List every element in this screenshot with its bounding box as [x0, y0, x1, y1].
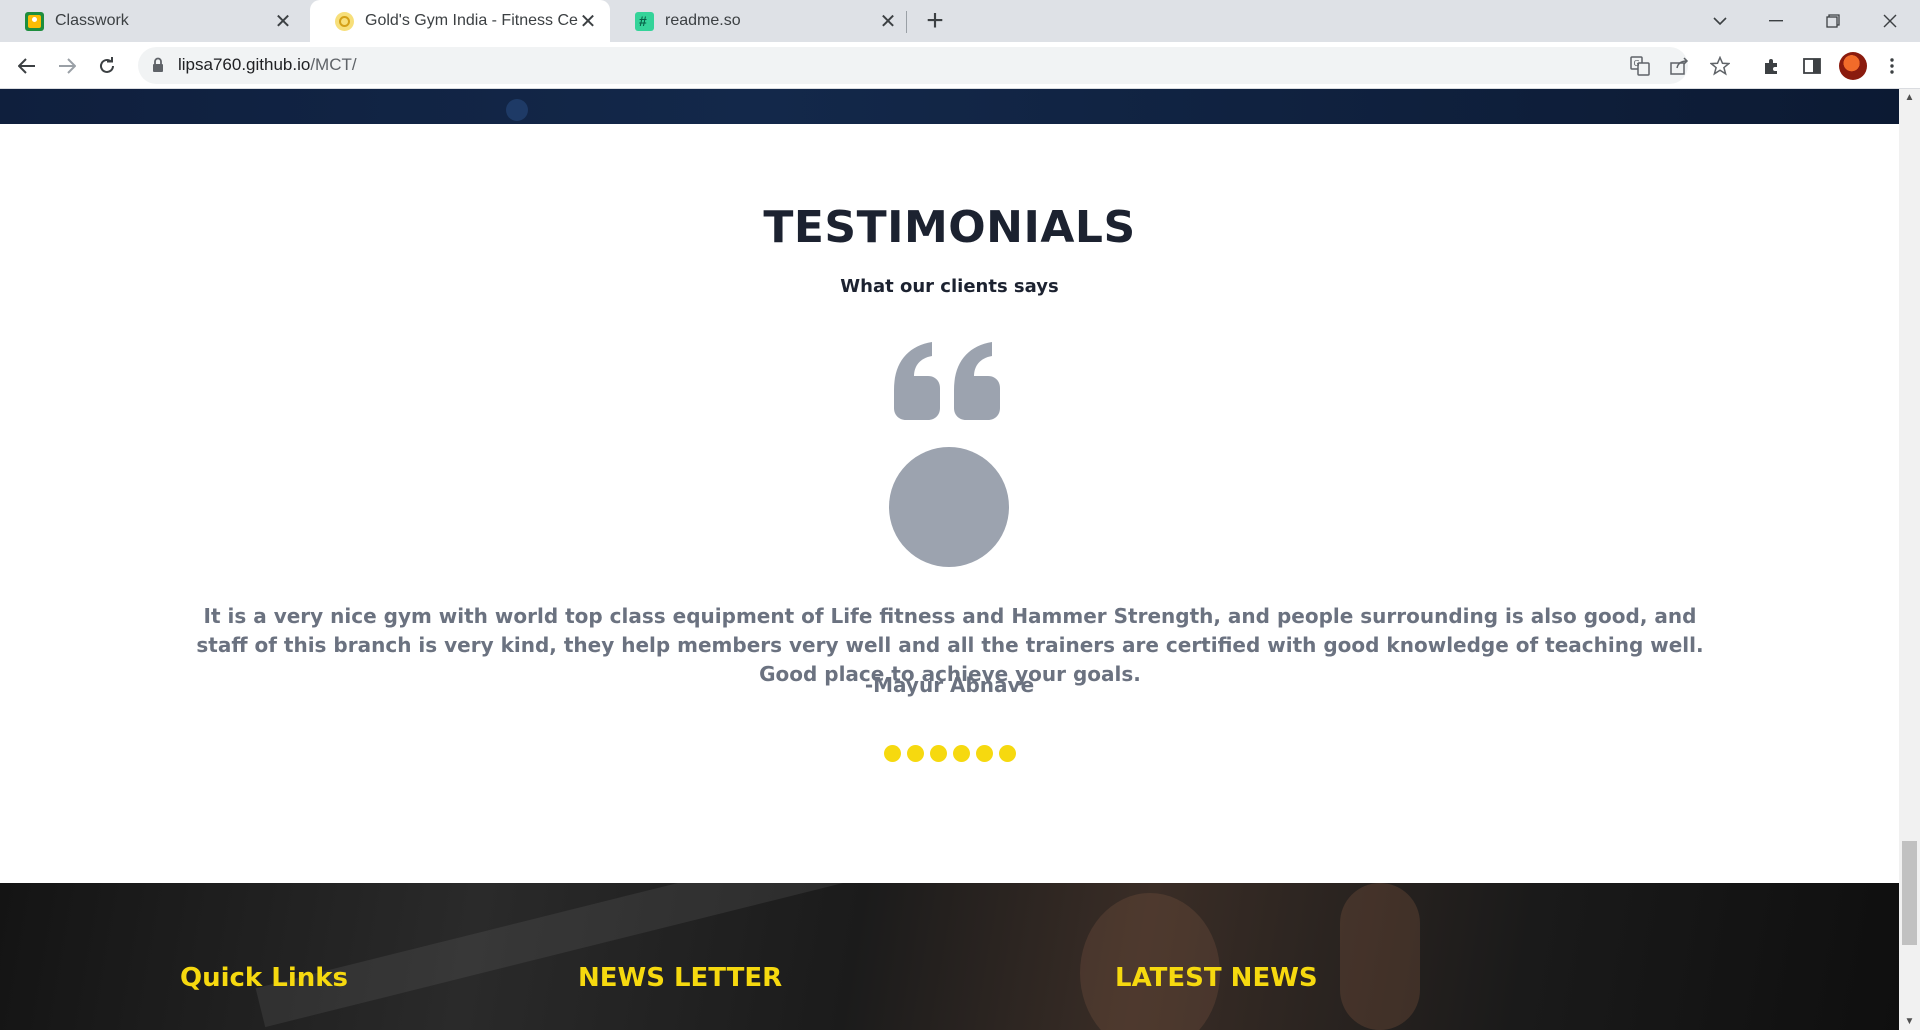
pagination-dot[interactable]: [883, 745, 901, 762]
tab-title: Gold's Gym India - Fitness Center: [365, 12, 578, 29]
golds-gym-icon: [335, 11, 354, 31]
tab-classwork[interactable]: Classwork ✕: [0, 0, 305, 42]
address-bar[interactable]: lipsa760.github.io/MCT/ G: [138, 47, 1730, 84]
minimize-window-icon[interactable]: [1748, 0, 1804, 42]
browser-toolbar: lipsa760.github.io/MCT/ G: [0, 42, 1920, 89]
tab-strip: Classwork ✕ Gold's Gym India - Fitness C…: [0, 0, 1920, 42]
footer-background-image: [255, 883, 945, 1028]
carousel-pagination: [0, 745, 1899, 762]
lock-icon[interactable]: [152, 57, 164, 73]
reload-icon[interactable]: [91, 50, 123, 82]
readme-so-icon: #: [635, 11, 654, 31]
forward-icon[interactable]: [51, 50, 83, 82]
hero-decoration: [506, 99, 528, 121]
footer-newsletter-title: NEWS LETTER: [578, 963, 783, 993]
scrollbar-thumb[interactable]: [1902, 841, 1917, 945]
translate-icon[interactable]: G: [1628, 54, 1652, 78]
hero-section-bottom: [0, 89, 1899, 124]
url-text: lipsa760.github.io/MCT/: [178, 55, 357, 75]
pagination-dot[interactable]: [975, 745, 993, 762]
url-path: /MCT/: [310, 55, 357, 74]
share-icon[interactable]: [1668, 54, 1692, 78]
close-tab-icon[interactable]: ✕: [578, 9, 598, 34]
google-classroom-icon: [25, 11, 44, 31]
footer-background-image: [1080, 893, 1220, 1030]
chrome-menu-icon[interactable]: [1877, 51, 1907, 81]
close-tab-icon[interactable]: ✕: [273, 9, 293, 34]
bookmark-star-icon[interactable]: [1708, 54, 1732, 78]
svg-text:G: G: [1634, 59, 1640, 68]
tab-readme-so[interactable]: # readme.so ✕: [610, 0, 910, 42]
testimonial-author: -Mayur Abnave: [864, 673, 1035, 697]
tab-title: readme.so: [665, 12, 741, 29]
page-viewport: TESTIMONIALS What our clients says It is…: [0, 89, 1899, 1030]
restore-window-icon[interactable]: [1805, 0, 1861, 42]
side-panel-icon[interactable]: [1797, 51, 1827, 81]
tab-search-icon[interactable]: [1692, 0, 1748, 42]
footer-quick-links-title: Quick Links: [180, 963, 349, 993]
url-host: lipsa760.github.io: [178, 55, 311, 74]
footer-latest-news-title: LATEST NEWS: [1115, 963, 1318, 993]
scroll-up-arrow-icon[interactable]: ▲: [1899, 89, 1920, 106]
tab-title: Classwork: [55, 12, 129, 29]
back-icon[interactable]: [11, 50, 43, 82]
section-subheading: What our clients says: [840, 276, 1059, 297]
footer-background-image: [1340, 883, 1420, 1030]
extensions-icon[interactable]: [1757, 51, 1787, 81]
profile-avatar[interactable]: [1839, 52, 1867, 80]
pagination-dot[interactable]: [952, 745, 970, 762]
tab-golds-gym[interactable]: Gold's Gym India - Fitness Center ✕: [310, 0, 610, 42]
pagination-dot[interactable]: [929, 745, 947, 762]
close-tab-icon[interactable]: ✕: [878, 9, 898, 34]
section-heading: TESTIMONIALS: [763, 202, 1136, 253]
client-photo: [889, 447, 1009, 567]
quote-icon: [892, 342, 1002, 422]
testimonials-section: TESTIMONIALS What our clients says It is…: [0, 124, 1899, 883]
pagination-dot[interactable]: [906, 745, 924, 762]
tab-separator: [906, 11, 907, 33]
page-scrollbar[interactable]: ▲ ▼: [1899, 89, 1920, 1030]
close-window-icon[interactable]: [1862, 0, 1918, 42]
pagination-dot[interactable]: [998, 745, 1016, 762]
new-tab-button[interactable]: +: [921, 4, 949, 38]
scroll-down-arrow-icon[interactable]: ▼: [1899, 1013, 1920, 1030]
site-footer: Quick Links NEWS LETTER LATEST NEWS: [0, 883, 1899, 1030]
